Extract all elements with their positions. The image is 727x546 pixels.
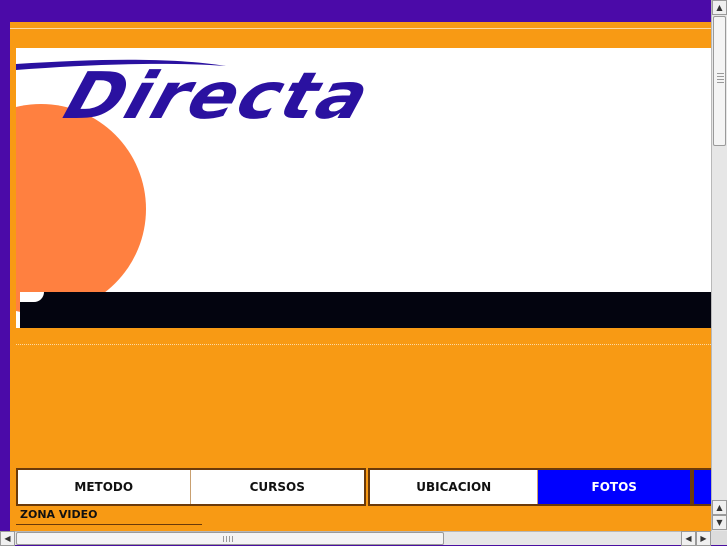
banner-black-bar: [20, 292, 711, 328]
page-content: Directa METODO CURSOS UBICACION FOTOS ZO…: [10, 22, 711, 531]
main-navigation: METODO CURSOS UBICACION FOTOS: [16, 468, 711, 506]
chevron-down-icon[interactable]: ▼: [712, 515, 727, 530]
grip-line: [226, 536, 227, 542]
chevron-up-icon[interactable]: ▲: [712, 0, 727, 15]
window-frame-left: [0, 22, 10, 531]
nav-cursos[interactable]: CURSOS: [190, 470, 364, 504]
logo[interactable]: Directa: [56, 58, 381, 133]
chevron-left-icon[interactable]: ◀: [0, 531, 15, 546]
grip-line: [717, 73, 724, 74]
grip-line: [229, 536, 230, 542]
nav-metodo[interactable]: METODO: [18, 470, 191, 504]
zona-video-label[interactable]: ZONA VIDEO: [16, 508, 202, 525]
dotted-divider: [16, 344, 711, 345]
grip-line: [717, 76, 724, 77]
nav-group-2: UBICACION FOTOS: [368, 468, 692, 506]
chevron-left-icon[interactable]: ◀: [681, 531, 696, 546]
chevron-right-icon[interactable]: ▶: [696, 531, 711, 546]
nav-ubicacion[interactable]: UBICACION: [370, 470, 539, 504]
nav-group-3-partial[interactable]: [692, 468, 711, 506]
window-frame-top: [0, 0, 711, 22]
banner-notch: [20, 292, 44, 302]
header-banner: Directa: [16, 48, 711, 328]
divider-line: [10, 28, 711, 29]
scrollbar-corner: [711, 531, 727, 545]
grip-line: [717, 79, 724, 80]
grip-line: [717, 82, 724, 83]
grip-line: [223, 536, 224, 542]
grip-line: [232, 536, 233, 542]
vertical-scroll-thumb[interactable]: [713, 16, 726, 146]
nav-fotos[interactable]: FOTOS: [538, 470, 690, 504]
nav-group-1: METODO CURSOS: [16, 468, 366, 506]
horizontal-scroll-thumb[interactable]: [16, 532, 444, 545]
horizontal-scrollbar[interactable]: ◀ ◀ ▶: [0, 531, 711, 546]
vertical-scrollbar[interactable]: ▲ ▲ ▼: [711, 0, 727, 531]
chevron-up-icon[interactable]: ▲: [712, 500, 727, 515]
